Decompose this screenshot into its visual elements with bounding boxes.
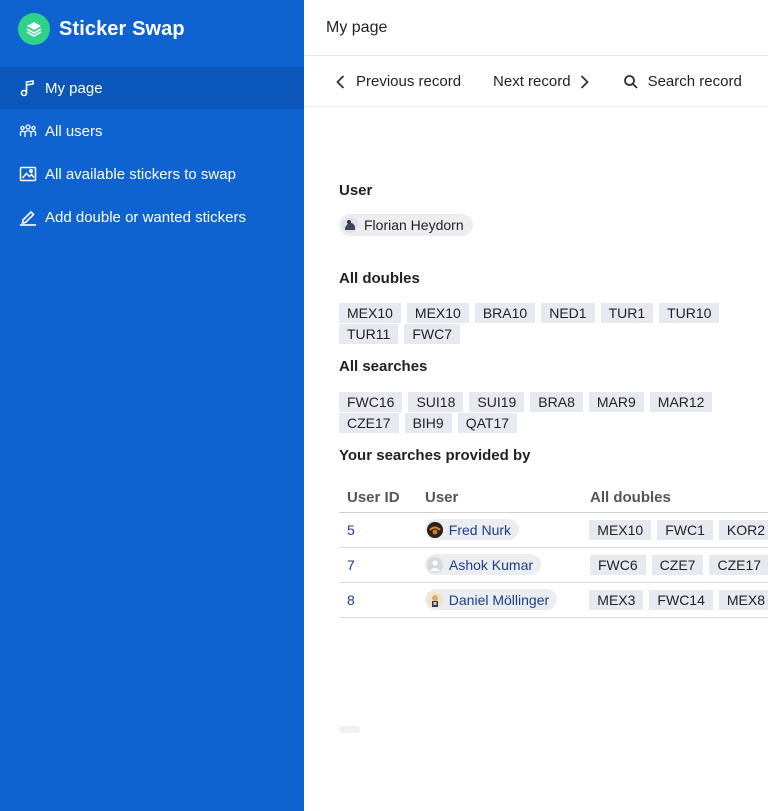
sticker-tag: FWC16 bbox=[339, 392, 403, 412]
user-name: Fred Nurk bbox=[448, 521, 512, 538]
sidebar-item-label: My page bbox=[45, 79, 103, 97]
loading-placeholder bbox=[339, 726, 360, 733]
user-name: Ashok Kumar bbox=[449, 556, 534, 573]
sticker-tag: SUI19 bbox=[469, 392, 525, 412]
table-row[interactable]: 8 Daniel Möllinger MEX3 FWC14 MEX8 bbox=[339, 583, 768, 618]
avatar-florian-icon bbox=[342, 217, 358, 233]
searches-heading: All searches bbox=[339, 358, 428, 375]
sidebar-nav: My page All users All available stickers… bbox=[0, 67, 304, 238]
sticker-tag: NED1 bbox=[541, 303, 595, 323]
sidebar-item-label: All available stickers to swap bbox=[45, 165, 236, 183]
image-icon bbox=[18, 164, 38, 184]
sticker-tag: MAR9 bbox=[588, 392, 644, 412]
sidebar: Sticker Swap My page All users All avail… bbox=[0, 0, 304, 811]
user-heading: User bbox=[339, 182, 373, 199]
chevron-left-icon bbox=[334, 74, 348, 90]
doubles-cell: MEX3 FWC14 MEX8 bbox=[581, 590, 768, 610]
user-id-link[interactable]: 7 bbox=[347, 557, 355, 573]
record-toolbar: Previous record Next record Search recor… bbox=[304, 57, 768, 107]
sticker-tag: MEX10 bbox=[406, 303, 469, 323]
avatar-fred-icon bbox=[426, 521, 443, 538]
sticker-tag: MAR12 bbox=[649, 392, 713, 412]
brand[interactable]: Sticker Swap bbox=[0, 0, 304, 58]
sticker-tag: MEX8 bbox=[718, 590, 768, 610]
user-cell: Daniel Möllinger bbox=[417, 589, 582, 611]
sticker-tag: FWC1 bbox=[657, 520, 713, 540]
table-header: User ID User All doubles bbox=[339, 482, 768, 513]
sticker-tag: TUR11 bbox=[339, 324, 399, 344]
user-name: Florian Heydorn bbox=[364, 217, 464, 233]
page-title: My page bbox=[326, 18, 388, 36]
doubles-tag-list: MEX10 MEX10 BRA10 NED1 TUR1 TUR10 TUR11 … bbox=[339, 303, 768, 345]
avatar-daniel-icon bbox=[426, 591, 443, 608]
sticker-tag: MEX10 bbox=[589, 520, 652, 540]
sidebar-item-all-users[interactable]: All users bbox=[0, 110, 304, 152]
users-group-icon bbox=[18, 121, 38, 141]
previous-record-label: Previous record bbox=[356, 73, 462, 90]
sticker-tag: CZE7 bbox=[651, 555, 704, 575]
user-name: Daniel Möllinger bbox=[448, 591, 550, 608]
sticker-tag: FWC7 bbox=[404, 324, 460, 344]
sticker-tag: MEX10 bbox=[339, 303, 401, 323]
column-header-doubles[interactable]: All doubles bbox=[582, 489, 671, 506]
search-icon bbox=[623, 74, 639, 90]
doubles-heading: All doubles bbox=[339, 270, 420, 287]
sticker-tag: FWC6 bbox=[590, 555, 646, 575]
user-id-link[interactable]: 8 bbox=[347, 592, 355, 608]
user-id-link[interactable]: 5 bbox=[347, 522, 355, 538]
user-chip[interactable]: Ashok Kumar bbox=[425, 554, 542, 576]
user-id-cell: 7 bbox=[339, 557, 417, 573]
column-header-user[interactable]: User bbox=[417, 489, 582, 506]
user-chip[interactable]: Florian Heydorn bbox=[339, 214, 473, 236]
sticker-tag: SUI18 bbox=[408, 392, 464, 412]
sticker-tag: KOR2 bbox=[718, 520, 768, 540]
sticker-tag: TUR1 bbox=[600, 303, 654, 323]
table-row[interactable]: 5 Fred Nurk MEX10 FWC1 KOR2 bbox=[339, 513, 768, 548]
sticker-tag: FWC14 bbox=[649, 590, 713, 610]
user-id-cell: 8 bbox=[339, 592, 417, 608]
sidebar-item-label: Add double or wanted stickers bbox=[45, 208, 246, 226]
avatar-placeholder-icon bbox=[427, 556, 443, 573]
providers-table: User ID User All doubles 5 Fred Nurk MEX… bbox=[339, 482, 768, 618]
sticker-tag: BIH9 bbox=[404, 413, 452, 433]
record-content: User Florian Heydorn All doubles MEX10 M… bbox=[339, 107, 768, 811]
previous-record-button[interactable]: Previous record bbox=[334, 73, 461, 90]
sidebar-item-label: All users bbox=[45, 122, 103, 140]
page-header: My page bbox=[304, 0, 768, 56]
app-title: Sticker Swap bbox=[59, 17, 185, 40]
pencil-icon bbox=[18, 207, 38, 227]
sidebar-item-all-available-stickers[interactable]: All available stickers to swap bbox=[0, 153, 304, 195]
sticker-tag: CZE17 bbox=[339, 413, 399, 433]
sticker-tag: BRA10 bbox=[474, 303, 536, 323]
music-note-icon bbox=[18, 78, 38, 98]
sticker-tag: CZE17 bbox=[709, 555, 768, 575]
layers-logo-icon bbox=[18, 13, 50, 45]
user-chip[interactable]: Fred Nurk bbox=[424, 519, 520, 541]
sticker-tag: TUR10 bbox=[659, 303, 720, 323]
next-record-label: Next record bbox=[493, 73, 571, 90]
search-record-label: Search record bbox=[647, 73, 742, 90]
searches-tag-list: FWC16 SUI18 SUI19 BRA8 MAR9 MAR12 CZE17 … bbox=[339, 392, 768, 434]
search-record-button[interactable]: Search record bbox=[623, 73, 742, 90]
sidebar-item-my-page[interactable]: My page bbox=[0, 67, 304, 109]
doubles-cell: FWC6 CZE7 CZE17 bbox=[582, 555, 768, 575]
user-cell: Ashok Kumar bbox=[417, 554, 582, 576]
sticker-tag: BRA8 bbox=[530, 392, 583, 412]
sidebar-item-add-stickers[interactable]: Add double or wanted stickers bbox=[0, 196, 304, 238]
next-record-button[interactable]: Next record bbox=[493, 73, 591, 90]
user-chip[interactable]: Daniel Möllinger bbox=[424, 589, 558, 611]
sticker-tag: MEX3 bbox=[589, 590, 644, 610]
sticker-tag: QAT17 bbox=[457, 413, 518, 433]
user-id-cell: 5 bbox=[339, 522, 417, 538]
chevron-right-icon bbox=[577, 74, 591, 90]
user-cell: Fred Nurk bbox=[417, 519, 582, 541]
table-row[interactable]: 7 Ashok Kumar FWC6 CZE7 CZE17 bbox=[339, 548, 768, 583]
provided-by-heading: Your searches provided by bbox=[339, 447, 531, 464]
doubles-cell: MEX10 FWC1 KOR2 bbox=[581, 520, 768, 540]
column-header-user-id[interactable]: User ID bbox=[339, 489, 417, 506]
